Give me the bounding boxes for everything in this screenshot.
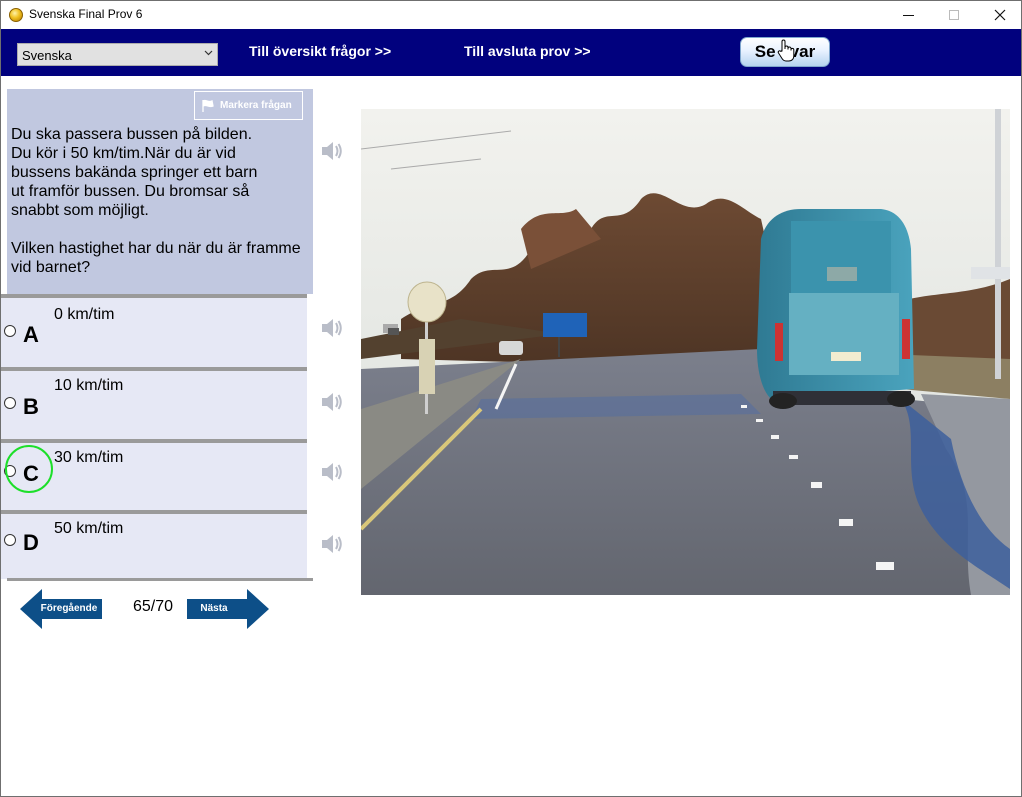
question-counter: 65/70 [133,598,174,615]
option-a[interactable]: A 0 km/tim [1,294,307,367]
overview-link[interactable]: Till översikt frågor >> [249,43,391,59]
close-button[interactable] [977,1,1021,29]
maximize-icon [949,10,959,20]
mark-question-button[interactable]: Markera frågan [194,91,303,120]
road-bus-photo [361,109,1010,595]
option-a-letter: A [23,322,39,347]
option-d-letter: D [23,530,39,555]
option-b-text: 10 km/tim [54,377,124,394]
option-d[interactable]: D 50 km/tim [1,510,307,579]
speaker-icon[interactable] [320,532,344,556]
title-bar: Svenska Final Prov 6 [1,1,1021,29]
app-coin-icon [9,8,23,22]
options-divider [7,578,313,581]
option-b[interactable]: B 10 km/tim [1,367,307,439]
app-window: Svenska Final Prov 6 Svenska Till översi… [0,0,1022,797]
option-b-radio[interactable] [4,397,16,409]
minimize-icon [902,14,914,16]
previous-button[interactable]: Föregående [20,589,102,629]
question-panel: Markera frågan Du ska passera bussen på … [7,89,313,294]
selection-highlight [5,445,53,493]
option-d-text: 50 km/tim [54,520,124,537]
previous-label: Föregående [40,603,98,614]
window-title: Svenska Final Prov 6 [29,7,143,21]
language-value: Svenska [22,48,72,63]
next-button[interactable]: Nästa [187,589,269,629]
finish-test-link[interactable]: Till avsluta prov >> [464,43,591,59]
speaker-icon [322,142,342,160]
option-c-text: 30 km/tim [54,449,124,466]
speaker-icon[interactable] [320,460,344,484]
option-a-radio[interactable] [4,325,16,337]
hand-cursor-icon [777,39,795,62]
option-a-text: 0 km/tim [54,306,115,323]
minimize-button[interactable] [885,1,931,29]
top-toolbar: Svenska Till översikt frågor >> Till avs… [1,29,1021,76]
option-b-letter: B [23,394,39,419]
maximize-button[interactable] [931,1,977,29]
speaker-icon[interactable] [320,390,344,414]
flag-icon [202,99,214,112]
next-label: Nästa [200,603,228,614]
option-d-radio[interactable] [4,534,16,546]
mark-question-label: Markera frågan [220,100,292,111]
chevron-down-icon [204,50,213,56]
language-select[interactable]: Svenska [17,43,218,66]
speaker-icon[interactable] [320,316,344,340]
question-text: Du ska passera bussen på bilden. Du kör … [11,126,301,276]
close-icon [994,9,1006,21]
